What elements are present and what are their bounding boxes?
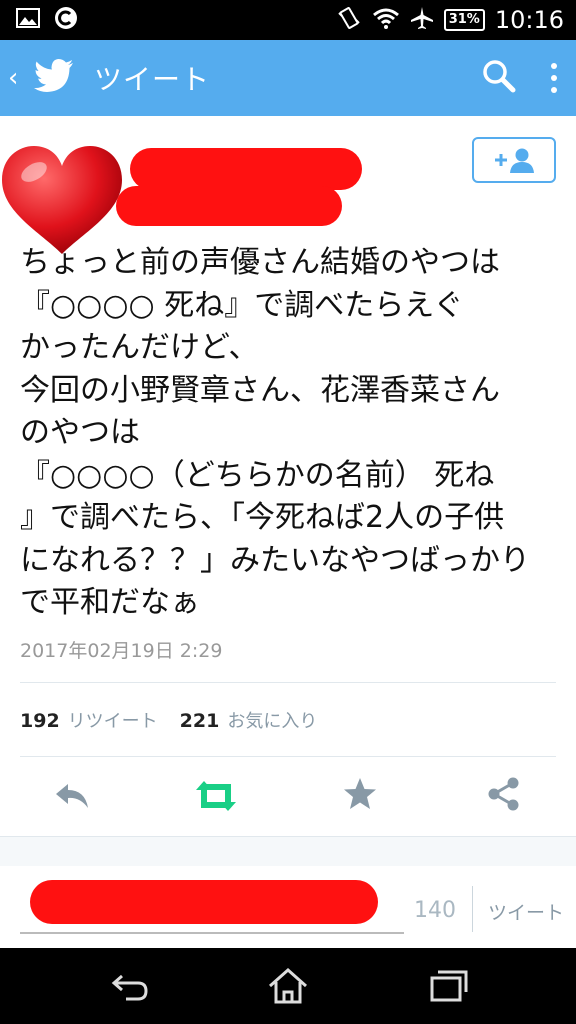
divider: [20, 682, 556, 683]
favorite-count[interactable]: 221: [180, 710, 220, 732]
follow-button[interactable]: [472, 137, 556, 183]
retweet-label: リツイート: [67, 711, 158, 732]
tweet-line: になれる？？」みたいなやつばっかり: [20, 542, 530, 578]
tweet-line: かったんだけど、: [20, 330, 259, 365]
status-time: 10:16: [494, 6, 564, 34]
tweet-stats: 192 リツイート 221 お気に入り: [20, 707, 331, 733]
tweet-line: 『○○○○（どちらかの名前） 死ね: [20, 457, 495, 493]
tweet-line: ちょっと前の声優さん結婚のやつは: [20, 245, 500, 280]
reply-icon[interactable]: [52, 776, 92, 820]
favorite-icon[interactable]: [342, 776, 378, 816]
redacted-reply-placeholder: [30, 880, 378, 924]
reply-composer: 140 ツイート: [0, 866, 576, 948]
app-bar: ‹ ツイート: [0, 40, 576, 116]
redacted-author-name: [130, 148, 362, 190]
tweet-text: ちょっと前の声優さん結婚のやつは 『○○○○ 死ね』で調べたらえぐ かったんだけど、…: [20, 242, 566, 625]
system-nav-bar: [0, 948, 576, 1024]
divider: [20, 756, 556, 757]
back-icon[interactable]: [108, 966, 152, 1010]
back-button[interactable]: ‹: [8, 63, 28, 93]
divider: [472, 886, 473, 932]
tweet-line: 』で調べたら、「今死ねば2人の子供: [20, 500, 505, 535]
home-icon[interactable]: [266, 966, 310, 1010]
more-vert-icon[interactable]: [550, 63, 558, 93]
airplane-icon: [410, 6, 434, 34]
vibrate-icon: [336, 7, 362, 33]
image-icon: [16, 8, 40, 32]
status-bar: 31% 10:16: [0, 0, 576, 40]
tweet-timestamp: 2017年02月19日 2:29: [20, 640, 223, 662]
battery-icon: 31%: [443, 9, 485, 31]
section-gap: [0, 836, 576, 868]
char-counter: 140: [414, 898, 456, 923]
redacted-author-handle: [116, 186, 342, 226]
search-icon[interactable]: [482, 59, 516, 97]
recents-icon[interactable]: [426, 966, 470, 1010]
wifi-icon: [372, 7, 400, 33]
retweet-count[interactable]: 192: [20, 710, 60, 732]
tweet-line: 『○○○○ 死ね』で調べたらえぐ: [20, 287, 464, 323]
favorite-label: お気に入り: [227, 711, 318, 732]
twitter-bird-icon: [34, 59, 74, 97]
tweet-line: で平和だなぁ: [20, 585, 200, 620]
page-title: ツイート: [94, 63, 211, 96]
c-app-icon: [54, 6, 78, 34]
share-icon[interactable]: [486, 776, 522, 816]
tweet-line: 今回の小野賢章さん、花澤香菜さん: [20, 372, 500, 408]
send-tweet-button[interactable]: ツイート: [488, 898, 564, 925]
retweet-icon[interactable]: [194, 776, 238, 820]
tweet-actions: [0, 770, 576, 822]
tweet-line: のやつは: [20, 415, 140, 450]
